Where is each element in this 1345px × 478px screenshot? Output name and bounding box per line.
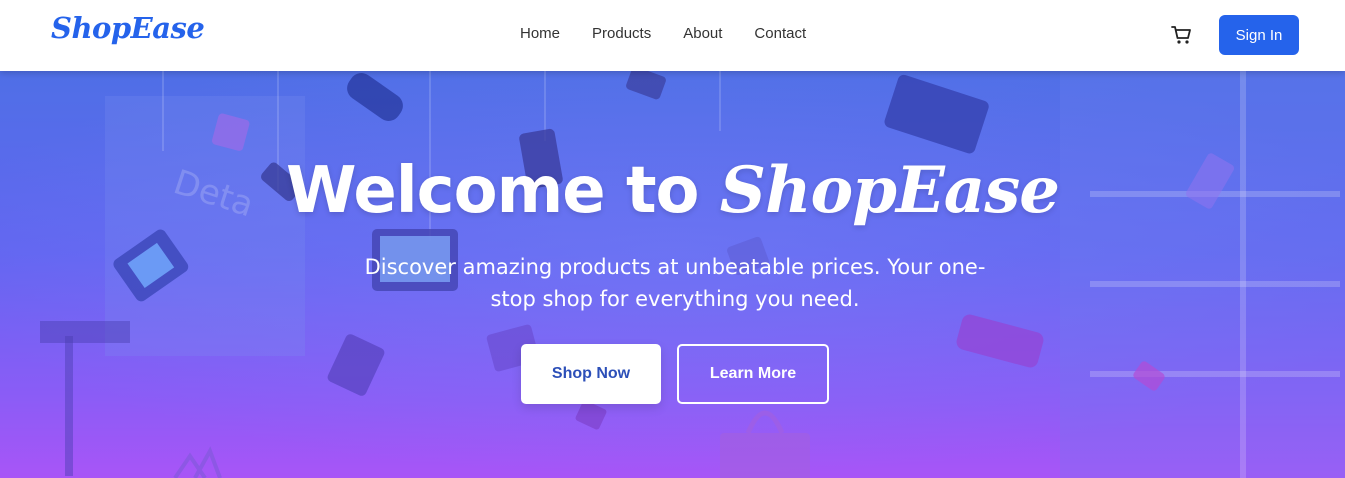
main-nav: Home Products About Contact [520,25,838,42]
nav-link-about[interactable]: About [683,25,722,42]
hero-subtitle: Discover amazing products at unbeatable … [364,255,986,311]
learn-more-button[interactable]: Learn More [677,344,829,404]
brand-logo[interactable]: ShopEase [51,11,205,45]
nav-link-contact[interactable]: Contact [754,25,806,42]
nav-link-products[interactable]: Products [592,25,651,42]
hero-title-prefix: Welcome to [286,154,699,228]
hero-section: Deta Welcome to ShopEase Discover amazin… [0,71,1345,478]
top-navbar: ShopEase Home Products About Contact Sig… [0,0,1345,71]
shopping-cart-icon[interactable] [1170,24,1194,46]
sign-in-button[interactable]: Sign In [1219,15,1299,55]
hero-title: Welcome to ShopEase [0,151,1345,231]
shop-now-button[interactable]: Shop Now [521,344,661,404]
hero-title-brand: ShopEase [719,153,1060,228]
nav-link-home[interactable]: Home [520,25,560,42]
